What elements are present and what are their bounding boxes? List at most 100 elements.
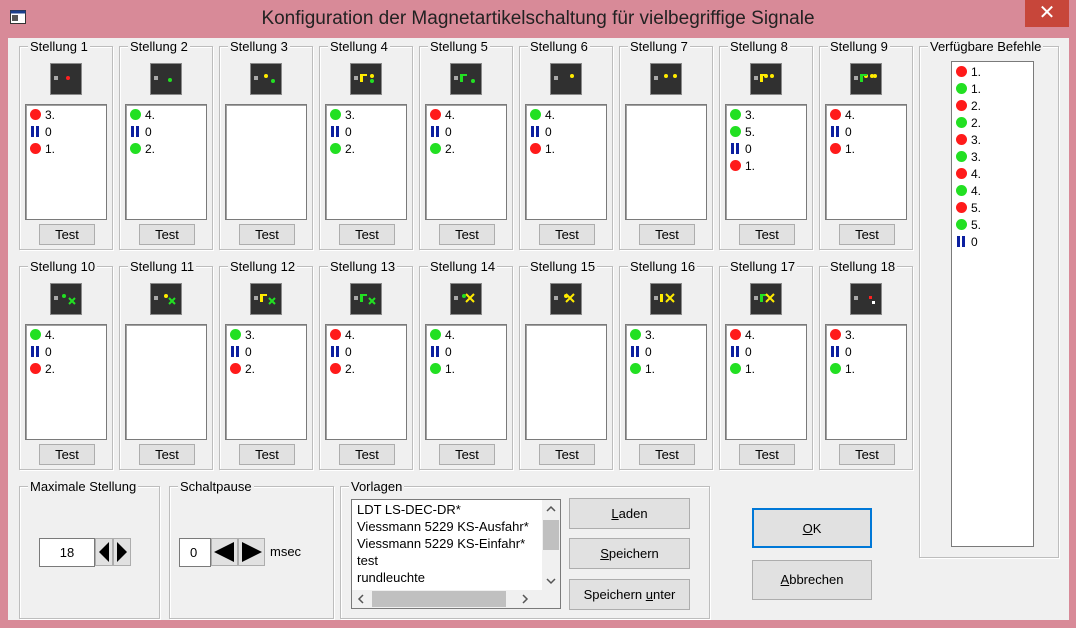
command-item[interactable]: 0 [430, 344, 506, 361]
position-command-list[interactable] [125, 324, 207, 440]
position-command-list[interactable]: 3. 0 1. [625, 324, 707, 440]
position-command-list[interactable]: 3. 5. 0 1. [725, 104, 807, 220]
test-button[interactable]: Test [139, 224, 195, 245]
test-button[interactable]: Test [139, 444, 195, 465]
command-item[interactable]: 4. [730, 327, 806, 344]
available-commands-list[interactable]: 1. 1. 2. 2. 3. 3. 4. 4. 5. 5. 0 [951, 61, 1034, 547]
command-item[interactable]: 0 [30, 344, 106, 361]
command-item[interactable]: 2. [430, 141, 506, 158]
command-item[interactable]: 2. [230, 361, 306, 378]
position-command-list[interactable]: 3. 0 2. [225, 324, 307, 440]
load-template-button[interactable]: Laden [569, 498, 690, 529]
save-template-as-button[interactable]: Speichern unter [569, 579, 690, 610]
command-item[interactable]: 1. [730, 158, 806, 175]
command-item[interactable]: 3. [956, 149, 1033, 166]
test-button[interactable]: Test [239, 224, 295, 245]
command-item[interactable]: 0 [730, 141, 806, 158]
command-item[interactable]: 0 [956, 234, 1033, 251]
test-button[interactable]: Test [639, 224, 695, 245]
command-item[interactable]: 4. [830, 107, 906, 124]
command-item[interactable]: 1. [630, 361, 706, 378]
save-template-button[interactable]: Speichern [569, 538, 690, 569]
template-item[interactable]: Viessmann 5229 KS-Ausfahr* [357, 518, 529, 535]
command-item[interactable]: 2. [330, 141, 406, 158]
command-item[interactable]: 1. [30, 141, 106, 158]
command-item[interactable]: 1. [730, 361, 806, 378]
command-item[interactable]: 3. [730, 107, 806, 124]
command-item[interactable]: 0 [30, 124, 106, 141]
max-position-decrement-button[interactable] [95, 538, 113, 566]
position-command-list[interactable]: 4. 0 2. [125, 104, 207, 220]
switch-pause-input[interactable]: 0 [179, 538, 211, 567]
command-item[interactable]: 0 [130, 124, 206, 141]
command-item[interactable]: 3. [956, 132, 1033, 149]
command-item[interactable]: 4. [30, 327, 106, 344]
command-item[interactable]: 5. [956, 217, 1033, 234]
test-button[interactable]: Test [639, 444, 695, 465]
test-button[interactable]: Test [539, 444, 595, 465]
test-button[interactable]: Test [39, 224, 95, 245]
position-command-list[interactable]: 4. 0 2. [25, 324, 107, 440]
position-command-list[interactable]: 4. 0 1. [825, 104, 907, 220]
command-item[interactable]: 3. [30, 107, 106, 124]
position-command-list[interactable]: 4. 0 2. [425, 104, 507, 220]
test-button[interactable]: Test [39, 444, 95, 465]
templates-horizontal-scrollbar[interactable] [352, 590, 542, 608]
command-item[interactable]: 1. [830, 361, 906, 378]
template-item[interactable]: LDT LS-DEC-DR* [357, 501, 461, 518]
command-item[interactable]: 0 [830, 344, 906, 361]
command-item[interactable]: 0 [330, 344, 406, 361]
test-button[interactable]: Test [239, 444, 295, 465]
command-item[interactable]: 0 [630, 344, 706, 361]
position-command-list[interactable]: 4. 0 1. [725, 324, 807, 440]
command-item[interactable]: 3. [330, 107, 406, 124]
command-item[interactable]: 2. [956, 98, 1033, 115]
command-item[interactable]: 1. [956, 81, 1033, 98]
command-item[interactable]: 1. [430, 361, 506, 378]
command-item[interactable]: 2. [30, 361, 106, 378]
position-command-list[interactable] [625, 104, 707, 220]
position-command-list[interactable]: 4. 0 1. [425, 324, 507, 440]
template-item[interactable]: Viessmann 5229 KS-Einfahr* [357, 535, 525, 552]
test-button[interactable]: Test [339, 444, 395, 465]
template-item[interactable]: rundleuchte [357, 569, 425, 586]
ok-button[interactable]: OK [752, 508, 872, 548]
command-item[interactable]: 2. [130, 141, 206, 158]
test-button[interactable]: Test [839, 224, 895, 245]
test-button[interactable]: Test [739, 444, 795, 465]
command-item[interactable]: 4. [430, 327, 506, 344]
max-position-input[interactable]: 18 [39, 538, 95, 567]
test-button[interactable]: Test [739, 224, 795, 245]
command-item[interactable]: 0 [230, 344, 306, 361]
position-command-list[interactable]: 4. 0 1. [525, 104, 607, 220]
position-command-list[interactable]: 4. 0 2. [325, 324, 407, 440]
switch-pause-decrement-button[interactable] [211, 538, 238, 566]
command-item[interactable]: 3. [230, 327, 306, 344]
position-command-list[interactable] [225, 104, 307, 220]
test-button[interactable]: Test [839, 444, 895, 465]
command-item[interactable]: 1. [956, 64, 1033, 81]
command-item[interactable]: 4. [130, 107, 206, 124]
position-command-list[interactable]: 3. 0 1. [825, 324, 907, 440]
position-command-list[interactable]: 3. 0 1. [25, 104, 107, 220]
command-item[interactable]: 1. [530, 141, 606, 158]
command-item[interactable]: 0 [530, 124, 606, 141]
position-command-list[interactable] [525, 324, 607, 440]
switch-pause-increment-button[interactable] [238, 538, 265, 566]
templates-list[interactable]: LDT LS-DEC-DR* Viessmann 5229 KS-Ausfahr*… [351, 499, 561, 609]
test-button[interactable]: Test [439, 224, 495, 245]
command-item[interactable]: 1. [830, 141, 906, 158]
command-item[interactable]: 4. [530, 107, 606, 124]
command-item[interactable]: 0 [730, 344, 806, 361]
template-item[interactable]: test [357, 552, 378, 569]
command-item[interactable]: 3. [630, 327, 706, 344]
close-button[interactable]: ✕ [1025, 0, 1069, 27]
command-item[interactable]: 4. [430, 107, 506, 124]
command-item[interactable]: 4. [956, 166, 1033, 183]
command-item[interactable]: 3. [830, 327, 906, 344]
templates-vertical-scrollbar[interactable] [542, 500, 560, 592]
command-item[interactable]: 0 [330, 124, 406, 141]
max-position-increment-button[interactable] [113, 538, 131, 566]
command-item[interactable]: 0 [430, 124, 506, 141]
test-button[interactable]: Test [339, 224, 395, 245]
